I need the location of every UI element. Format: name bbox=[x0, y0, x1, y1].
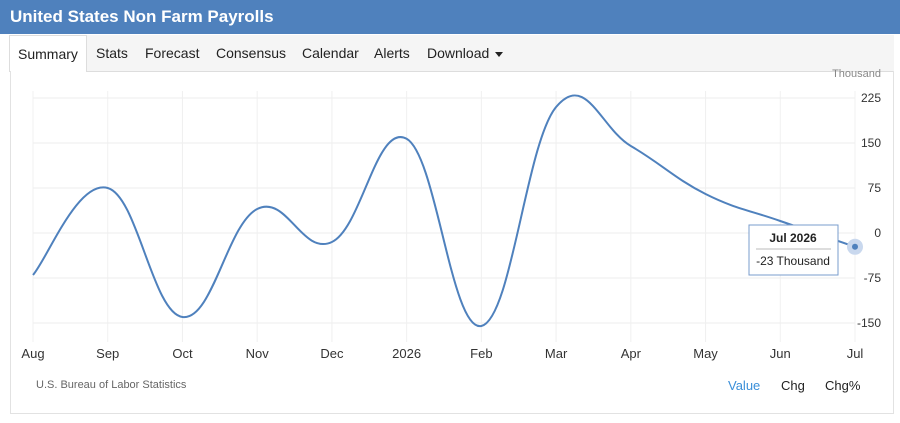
mode-chg-button[interactable]: Chg bbox=[781, 378, 805, 393]
tooltip: Jul 2026 -23 Thousand bbox=[748, 224, 839, 276]
x-tick-label: Apr bbox=[621, 346, 642, 361]
x-tick-label: Nov bbox=[246, 346, 270, 361]
y-tick-label: 0 bbox=[874, 226, 881, 240]
x-tick-label: Oct bbox=[172, 346, 193, 361]
highlight-point[interactable] bbox=[852, 243, 858, 250]
x-tick-label: Sep bbox=[96, 346, 119, 361]
y-tick-label: -75 bbox=[864, 271, 882, 285]
x-tick-label: Jul bbox=[847, 346, 864, 361]
x-tick-label: Feb bbox=[470, 346, 492, 361]
x-tick-label: 2026 bbox=[392, 346, 421, 361]
x-tick-label: Dec bbox=[320, 346, 344, 361]
x-tick-label: May bbox=[693, 346, 718, 361]
x-tick-label: Mar bbox=[545, 346, 568, 361]
tooltip-value: -23 Thousand bbox=[756, 254, 830, 268]
line-chart: Thousand 225 150 75 0 -75 -150 Aug Sep Oct Nov De… bbox=[21, 68, 882, 361]
series-line bbox=[32, 94, 856, 328]
mode-chg-percent-button[interactable]: Chg% bbox=[825, 378, 860, 393]
y-unit-label: Thousand bbox=[832, 68, 881, 80]
mode-value-button[interactable]: Value bbox=[728, 378, 760, 393]
y-tick-label: 75 bbox=[868, 181, 882, 195]
y-tick-label: -150 bbox=[857, 316, 881, 330]
source-label: U.S. Bureau of Labor Statistics bbox=[36, 379, 187, 391]
x-tick-label: Jun bbox=[770, 346, 791, 361]
tooltip-title: Jul 2026 bbox=[769, 231, 817, 245]
y-tick-label: 150 bbox=[861, 136, 881, 150]
y-tick-label: 225 bbox=[861, 91, 881, 105]
x-tick-label: Aug bbox=[21, 346, 44, 361]
